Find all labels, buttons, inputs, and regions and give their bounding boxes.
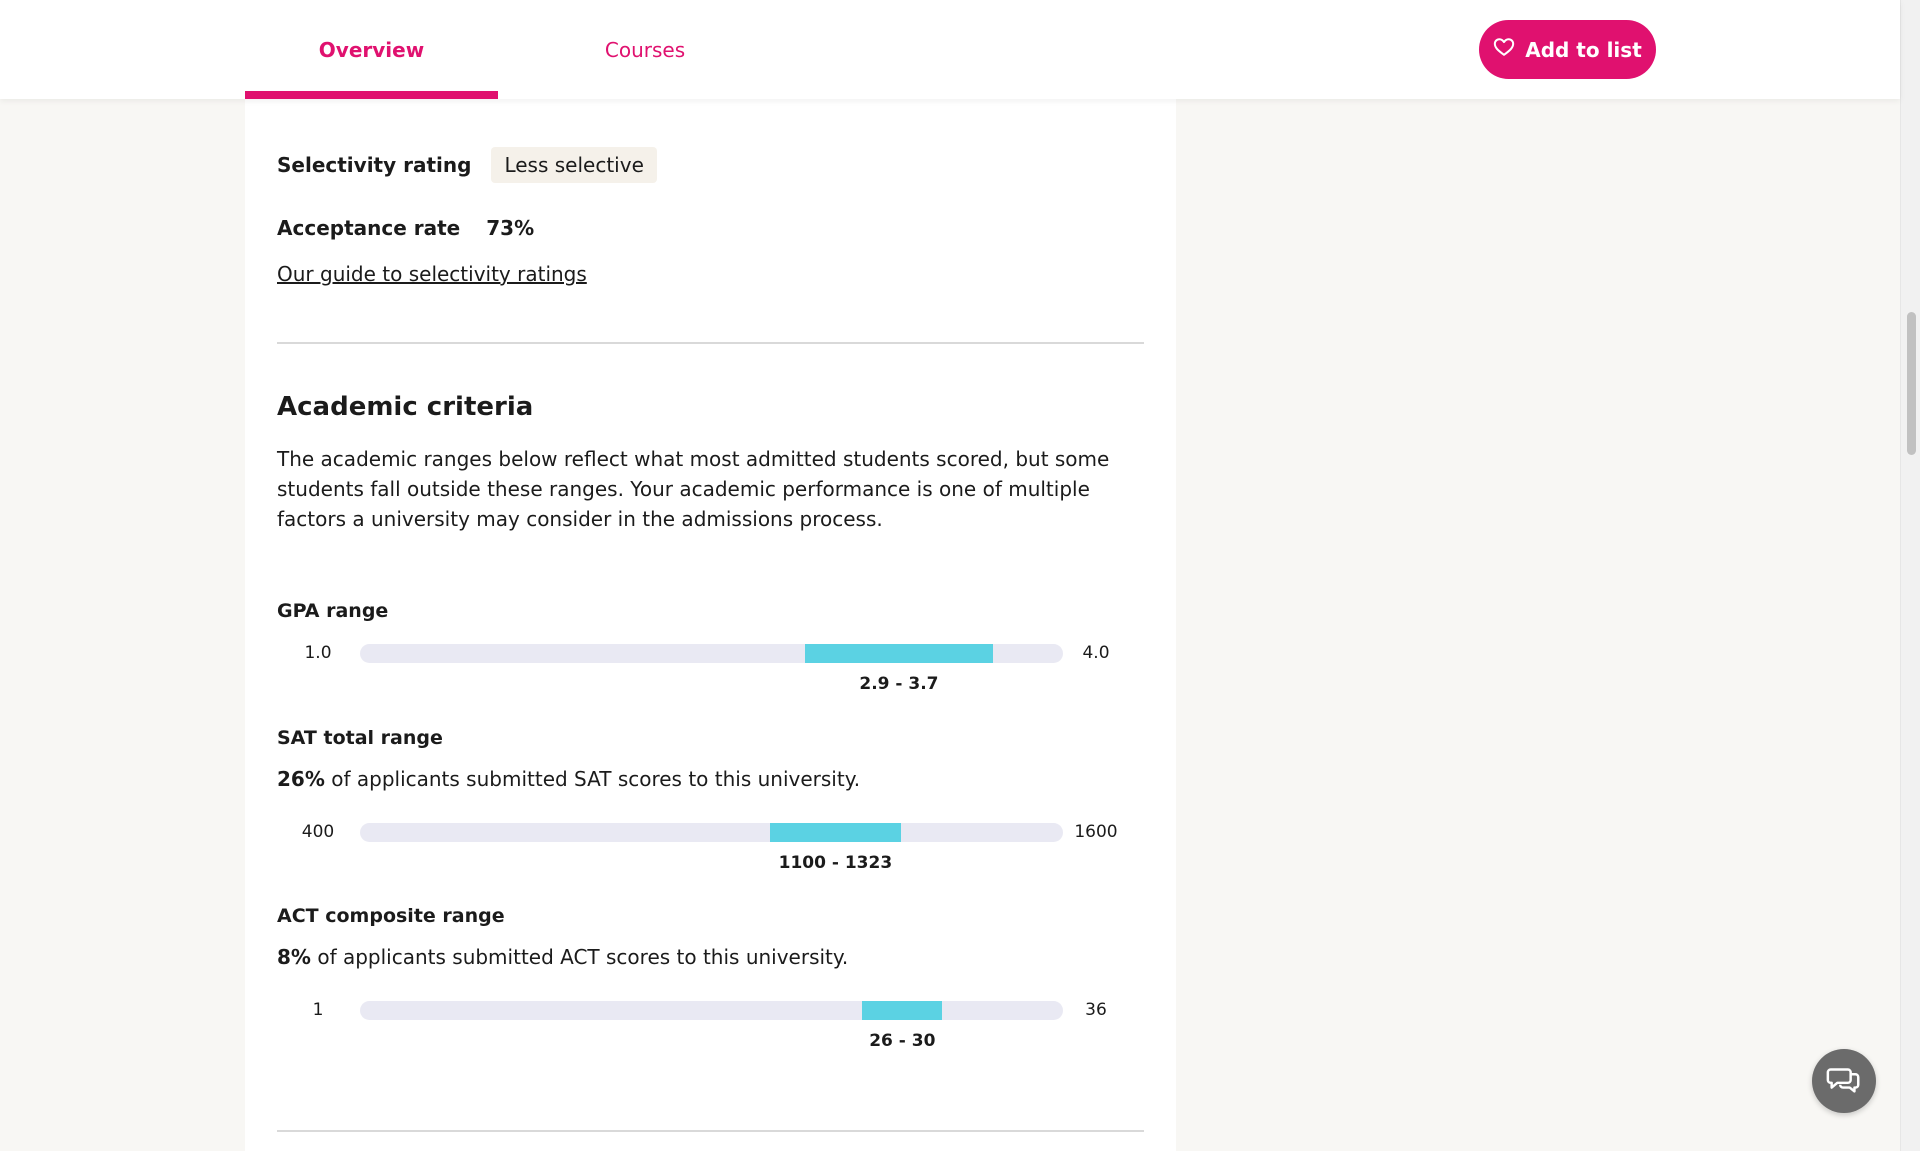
act-min-label: 1 bbox=[312, 1000, 324, 1020]
act-submission-text: of applicants submitted ACT scores to th… bbox=[310, 945, 849, 969]
selectivity-row: Selectivity rating Less selective bbox=[277, 147, 1144, 183]
selectivity-guide-link[interactable]: Our guide to selectivity ratings bbox=[277, 262, 587, 286]
tab-overview[interactable]: Overview bbox=[245, 0, 498, 99]
act-submission-note: 8% of applicants submitted ACT scores to… bbox=[277, 945, 1144, 969]
add-to-list-label: Add to list bbox=[1525, 37, 1642, 62]
sat-range-track bbox=[360, 823, 1063, 842]
add-to-list-button[interactable]: Add to list bbox=[1479, 20, 1656, 79]
act-submission-percent: 8% bbox=[277, 945, 311, 969]
gpa-range-value: 2.9 - 3.7 bbox=[859, 674, 939, 694]
sat-range-section: SAT total range 26% of applicants submit… bbox=[277, 727, 1144, 873]
academic-criteria-heading: Academic criteria bbox=[277, 392, 534, 422]
scrollbar-thumb[interactable] bbox=[1907, 312, 1916, 455]
act-max-label: 36 bbox=[1085, 1000, 1107, 1020]
gpa-min-label: 1.0 bbox=[304, 643, 332, 663]
sat-submission-text: of applicants submitted SAT scores to th… bbox=[324, 767, 861, 791]
gpa-range-title: GPA range bbox=[277, 600, 389, 622]
gpa-max-label: 4.0 bbox=[1082, 643, 1110, 663]
page: Overview Courses Add to list Selectivity… bbox=[0, 0, 1920, 1151]
sat-submission-percent: 26% bbox=[277, 767, 325, 791]
sat-min-label: 400 bbox=[301, 822, 335, 842]
divider bbox=[277, 1130, 1144, 1132]
act-range-value: 26 - 30 bbox=[869, 1031, 936, 1051]
sat-range-fill bbox=[770, 823, 901, 842]
gpa-range-bar: 1.0 4.0 2.9 - 3.7 bbox=[277, 638, 1144, 694]
sat-max-label: 1600 bbox=[1074, 822, 1118, 842]
gpa-range-section: GPA range 1.0 4.0 2.9 - 3.7 bbox=[277, 600, 1144, 694]
act-range-title: ACT composite range bbox=[277, 905, 505, 927]
admissions-card: Selectivity rating Less selective Accept… bbox=[245, 99, 1176, 1151]
heart-outline-icon bbox=[1493, 36, 1515, 63]
selectivity-label: Selectivity rating bbox=[277, 153, 472, 177]
divider bbox=[277, 342, 1144, 344]
chat-bubbles-icon bbox=[1825, 1060, 1863, 1102]
tab-courses[interactable]: Courses bbox=[560, 0, 730, 99]
gpa-range-track bbox=[360, 644, 1063, 663]
page-scrollbar[interactable] bbox=[1900, 0, 1920, 1151]
sat-submission-note: 26% of applicants submitted SAT scores t… bbox=[277, 767, 1144, 791]
act-range-bar: 1 36 26 - 30 bbox=[277, 995, 1144, 1051]
top-navigation: Overview Courses Add to list bbox=[0, 0, 1900, 99]
act-range-fill bbox=[862, 1001, 943, 1020]
acceptance-value: 73% bbox=[486, 216, 535, 240]
acceptance-row: Acceptance rate 73% bbox=[277, 213, 1144, 243]
sat-range-value: 1100 - 1323 bbox=[778, 853, 893, 873]
chat-button[interactable] bbox=[1812, 1049, 1876, 1113]
academic-intro-text: The academic ranges below reflect what m… bbox=[277, 447, 1110, 531]
act-range-track bbox=[360, 1001, 1063, 1020]
act-range-section: ACT composite range 8% of applicants sub… bbox=[277, 905, 1144, 1051]
acceptance-label: Acceptance rate bbox=[277, 216, 461, 240]
sat-range-title: SAT total range bbox=[277, 727, 443, 749]
sat-range-bar: 400 1600 1100 - 1323 bbox=[277, 817, 1144, 873]
selectivity-badge: Less selective bbox=[491, 147, 657, 183]
gpa-range-fill bbox=[805, 644, 993, 663]
